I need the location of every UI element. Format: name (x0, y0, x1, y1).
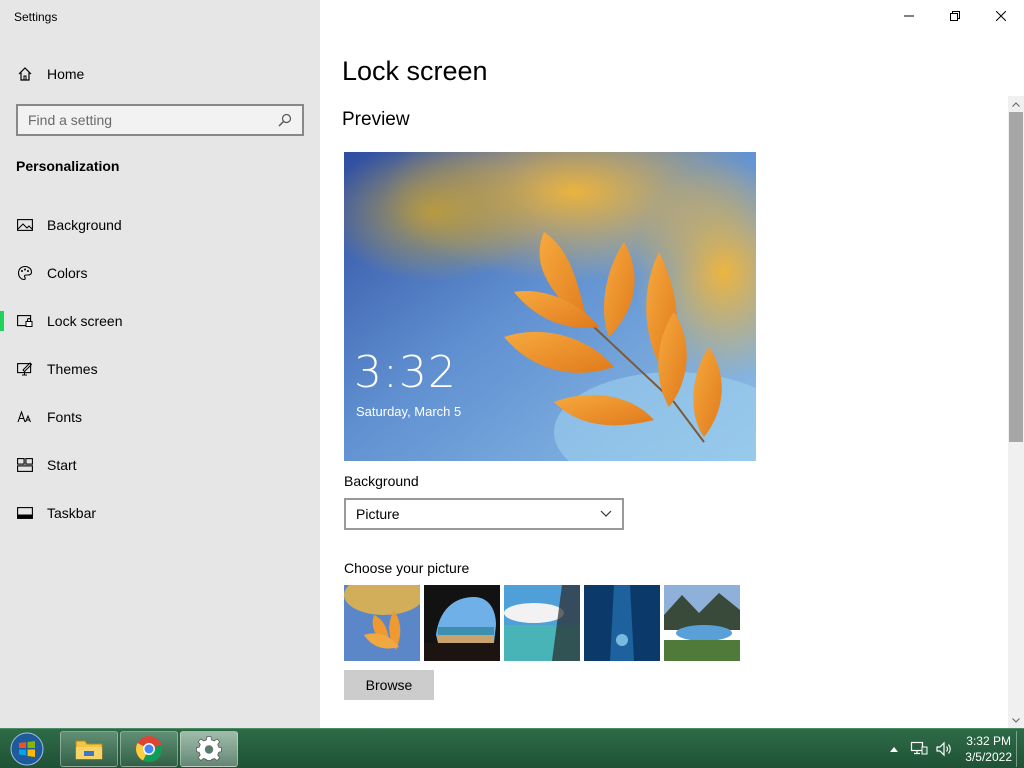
show-desktop-button[interactable] (1016, 731, 1024, 767)
home-icon (16, 65, 34, 83)
folder-icon (75, 740, 103, 760)
lock-screen-preview: 3:32 Saturday, March 5 (344, 152, 756, 461)
lock-screen-icon (16, 312, 34, 330)
sidebar-item-background[interactable]: Background (0, 201, 320, 249)
settings-sidebar: Settings Home Personalization Background (0, 0, 320, 728)
taskbar-time: 3:32 PM (966, 734, 1011, 748)
chevron-down-icon (600, 510, 612, 517)
sidebar-item-colors[interactable]: Colors (0, 249, 320, 297)
taskbar-chrome[interactable] (120, 731, 178, 767)
chrome-icon (136, 736, 162, 762)
close-icon (996, 11, 1006, 21)
sidebar-item-label: Themes (47, 361, 98, 377)
palette-icon (16, 264, 34, 282)
app-title: Settings (14, 10, 58, 24)
sidebar-item-start[interactable]: Start (0, 441, 320, 489)
taskbar: 3:32 PM 3/5/2022 (0, 728, 1024, 768)
sidebar-item-fonts[interactable]: Fonts (0, 393, 320, 441)
nav-home[interactable]: Home (0, 58, 320, 90)
close-button[interactable] (978, 0, 1024, 32)
taskbar-file-explorer[interactable] (60, 731, 118, 767)
scroll-up-button[interactable] (1008, 96, 1024, 112)
fonts-icon (16, 408, 34, 426)
sidebar-item-taskbar[interactable]: Taskbar (0, 489, 320, 537)
sidebar-item-label: Taskbar (47, 505, 97, 521)
network-icon[interactable] (908, 739, 930, 759)
main-scrollbar[interactable] (1008, 96, 1024, 728)
sidebar-item-label: Lock screen (47, 313, 123, 329)
chevron-up-icon (1012, 101, 1020, 107)
scroll-down-button[interactable] (1008, 712, 1024, 728)
picture-thumbnail-underwater[interactable] (584, 585, 660, 661)
search-icon[interactable] (276, 111, 294, 129)
background-label: Background (344, 473, 419, 489)
chevron-down-icon (1012, 717, 1020, 723)
background-dropdown[interactable]: Picture (344, 498, 624, 530)
minimize-icon (904, 15, 914, 17)
picture-thumbnail-cave[interactable] (424, 585, 500, 661)
screen: Settings Home Personalization Background (0, 0, 1024, 768)
main-content: Lock screen Preview 3:32 Saturday, March… (320, 0, 1024, 728)
browse-button[interactable]: Browse (344, 670, 434, 700)
start-icon (16, 456, 34, 474)
restore-icon (950, 11, 960, 21)
nav-list: Background Colors Lock screen Themes Fon… (0, 201, 320, 537)
scroll-thumb[interactable] (1009, 112, 1023, 442)
preview-heading: Preview (342, 109, 410, 130)
themes-icon (16, 360, 34, 378)
system-tray: 3:32 PM 3/5/2022 (880, 729, 1012, 768)
section-title: Personalization (16, 158, 120, 174)
sidebar-item-label: Background (47, 217, 122, 233)
picture-thumbnails (344, 585, 740, 661)
choose-picture-label: Choose your picture (344, 560, 470, 576)
search-input[interactable] (18, 106, 276, 134)
background-dropdown-value: Picture (356, 506, 400, 522)
preview-clock: 3:32 (354, 347, 457, 398)
sidebar-item-label: Fonts (47, 409, 83, 425)
start-button[interactable] (4, 731, 50, 767)
chevron-up-icon (890, 746, 899, 752)
preview-date: Saturday, March 5 (356, 404, 462, 419)
sidebar-item-lock-screen[interactable]: Lock screen (0, 297, 320, 345)
sidebar-item-label: Start (47, 457, 77, 473)
taskbar-icon (16, 504, 34, 522)
show-hidden-icons-button[interactable] (883, 739, 905, 759)
picture-thumbnail-lake-window[interactable] (504, 585, 580, 661)
minimize-button[interactable] (886, 0, 932, 32)
taskbar-date: 3/5/2022 (965, 750, 1012, 764)
page-title: Lock screen (342, 56, 488, 86)
restore-button[interactable] (932, 0, 978, 32)
home-label: Home (47, 66, 85, 82)
picture-icon (16, 216, 34, 234)
picture-thumbnail-leaves[interactable] (344, 585, 420, 661)
sidebar-item-themes[interactable]: Themes (0, 345, 320, 393)
sidebar-item-label: Colors (47, 265, 88, 281)
picture-thumbnail-mountain-lake[interactable] (664, 585, 740, 661)
gear-icon (196, 736, 222, 761)
windows-logo-icon (10, 732, 44, 766)
window-controls (886, 0, 1024, 32)
volume-icon[interactable] (933, 739, 955, 759)
taskbar-settings[interactable] (180, 731, 238, 767)
taskbar-clock[interactable]: 3:32 PM 3/5/2022 (965, 733, 1012, 765)
search-box[interactable] (16, 104, 304, 136)
